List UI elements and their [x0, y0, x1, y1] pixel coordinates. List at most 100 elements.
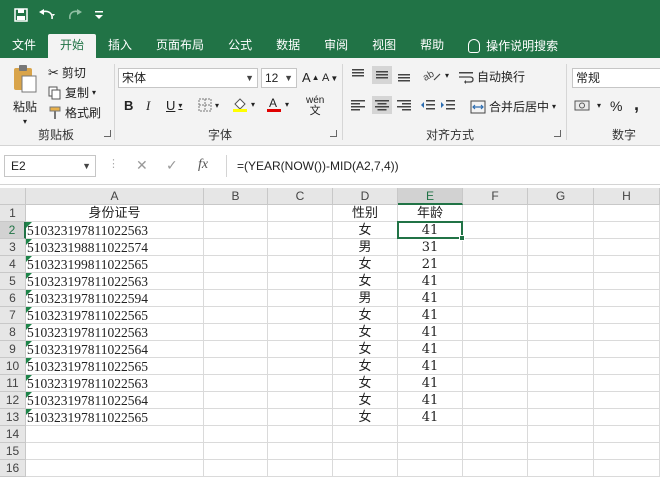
column-header-d[interactable]: D: [333, 188, 398, 205]
cell[interactable]: [463, 375, 528, 392]
id-number-cell[interactable]: 510323198811022574: [26, 239, 204, 256]
cancel-icon[interactable]: ✕: [136, 157, 148, 174]
cell[interactable]: [594, 324, 660, 341]
id-number-cell[interactable]: 510323197811022563: [26, 375, 204, 392]
number-format-select[interactable]: 常规: [572, 68, 660, 88]
align-left-button[interactable]: [350, 98, 366, 112]
age-cell[interactable]: 21: [398, 256, 463, 273]
cell[interactable]: [594, 239, 660, 256]
gender-cell[interactable]: 女: [333, 256, 398, 273]
cell[interactable]: [463, 273, 528, 290]
bold-button[interactable]: B: [124, 98, 133, 113]
tab-data[interactable]: 数据: [264, 34, 312, 58]
cell[interactable]: [463, 290, 528, 307]
cell[interactable]: [333, 426, 398, 443]
gender-cell[interactable]: 女: [333, 358, 398, 375]
alignment-launcher-icon[interactable]: [554, 130, 561, 137]
cell[interactable]: [594, 341, 660, 358]
column-header-b[interactable]: B: [204, 188, 268, 205]
cell[interactable]: [204, 409, 268, 426]
customize-qat-icon[interactable]: [94, 8, 104, 24]
cell[interactable]: [204, 222, 268, 239]
cell[interactable]: [594, 205, 660, 222]
cell[interactable]: [26, 443, 204, 460]
cell[interactable]: [204, 341, 268, 358]
tab-review[interactable]: 审阅: [312, 34, 360, 58]
cell[interactable]: [268, 256, 333, 273]
orientation-button[interactable]: ab ▾: [422, 68, 449, 82]
age-cell[interactable]: 41: [398, 392, 463, 409]
gender-cell[interactable]: 女: [333, 222, 398, 239]
column-header-e[interactable]: E: [398, 188, 463, 205]
font-size-select[interactable]: 12 ▼: [261, 68, 297, 88]
align-middle-button[interactable]: [372, 66, 392, 84]
cell[interactable]: [463, 443, 528, 460]
cell[interactable]: [594, 222, 660, 239]
column-header-h[interactable]: H: [594, 188, 660, 205]
cell[interactable]: [268, 324, 333, 341]
font-color-button[interactable]: A ▾: [266, 96, 289, 112]
cell[interactable]: [463, 239, 528, 256]
cell[interactable]: [594, 426, 660, 443]
column-header-c[interactable]: C: [268, 188, 333, 205]
cell[interactable]: [463, 460, 528, 477]
cell[interactable]: [268, 222, 333, 239]
id-number-cell[interactable]: 510323199811022565: [26, 256, 204, 273]
name-box[interactable]: E2 ▼: [4, 155, 96, 177]
row-header[interactable]: 11: [0, 375, 26, 392]
age-cell[interactable]: 41: [398, 290, 463, 307]
cell[interactable]: [204, 205, 268, 222]
cell[interactable]: [268, 205, 333, 222]
id-number-cell[interactable]: 510323197811022564: [26, 341, 204, 358]
select-all-button[interactable]: [0, 188, 26, 205]
cell[interactable]: [528, 443, 594, 460]
cell[interactable]: [204, 239, 268, 256]
cut-button[interactable]: ✂ 剪切: [48, 64, 86, 81]
gender-cell[interactable]: 男: [333, 290, 398, 307]
id-number-cell[interactable]: 510323197811022594: [26, 290, 204, 307]
cell[interactable]: [463, 341, 528, 358]
cell[interactable]: [268, 443, 333, 460]
wrap-text-button[interactable]: 自动换行: [458, 68, 525, 85]
cell[interactable]: [26, 460, 204, 477]
cell[interactable]: [528, 205, 594, 222]
fill-color-button[interactable]: ▾: [232, 96, 255, 112]
cell[interactable]: [268, 375, 333, 392]
cell[interactable]: [528, 341, 594, 358]
cell[interactable]: [594, 392, 660, 409]
phonetic-button[interactable]: wén 文: [306, 96, 324, 117]
cell[interactable]: [528, 460, 594, 477]
cell[interactable]: [594, 273, 660, 290]
cell[interactable]: [268, 460, 333, 477]
formula-input[interactable]: =(YEAR(NOW())-MID(A2,7,4)): [226, 155, 660, 177]
cell[interactable]: [594, 256, 660, 273]
cell[interactable]: [204, 307, 268, 324]
cell[interactable]: [528, 239, 594, 256]
cell[interactable]: [333, 460, 398, 477]
align-top-button[interactable]: [350, 68, 366, 82]
shrink-font-button[interactable]: A ▼: [322, 72, 338, 84]
decrease-indent-button[interactable]: [420, 98, 436, 112]
column-header-a[interactable]: A: [26, 188, 204, 205]
header-cell[interactable]: 身份证号: [26, 205, 204, 222]
cell[interactable]: [268, 409, 333, 426]
row-header[interactable]: 1: [0, 205, 26, 222]
undo-icon[interactable]: [38, 8, 56, 25]
row-header[interactable]: 8: [0, 324, 26, 341]
id-number-cell[interactable]: 510323197811022565: [26, 358, 204, 375]
row-header[interactable]: 7: [0, 307, 26, 324]
age-cell[interactable]: 41: [398, 341, 463, 358]
cell[interactable]: [528, 358, 594, 375]
tab-insert[interactable]: 插入: [96, 34, 144, 58]
cell[interactable]: [594, 460, 660, 477]
cell[interactable]: [594, 358, 660, 375]
gender-cell[interactable]: 女: [333, 409, 398, 426]
cell[interactable]: [463, 222, 528, 239]
age-cell[interactable]: 31: [398, 239, 463, 256]
row-header[interactable]: 14: [0, 426, 26, 443]
row-header[interactable]: 15: [0, 443, 26, 460]
cell[interactable]: [463, 205, 528, 222]
cell[interactable]: [594, 375, 660, 392]
age-cell[interactable]: 41: [398, 222, 463, 239]
id-number-cell[interactable]: 510323197811022563: [26, 222, 204, 239]
